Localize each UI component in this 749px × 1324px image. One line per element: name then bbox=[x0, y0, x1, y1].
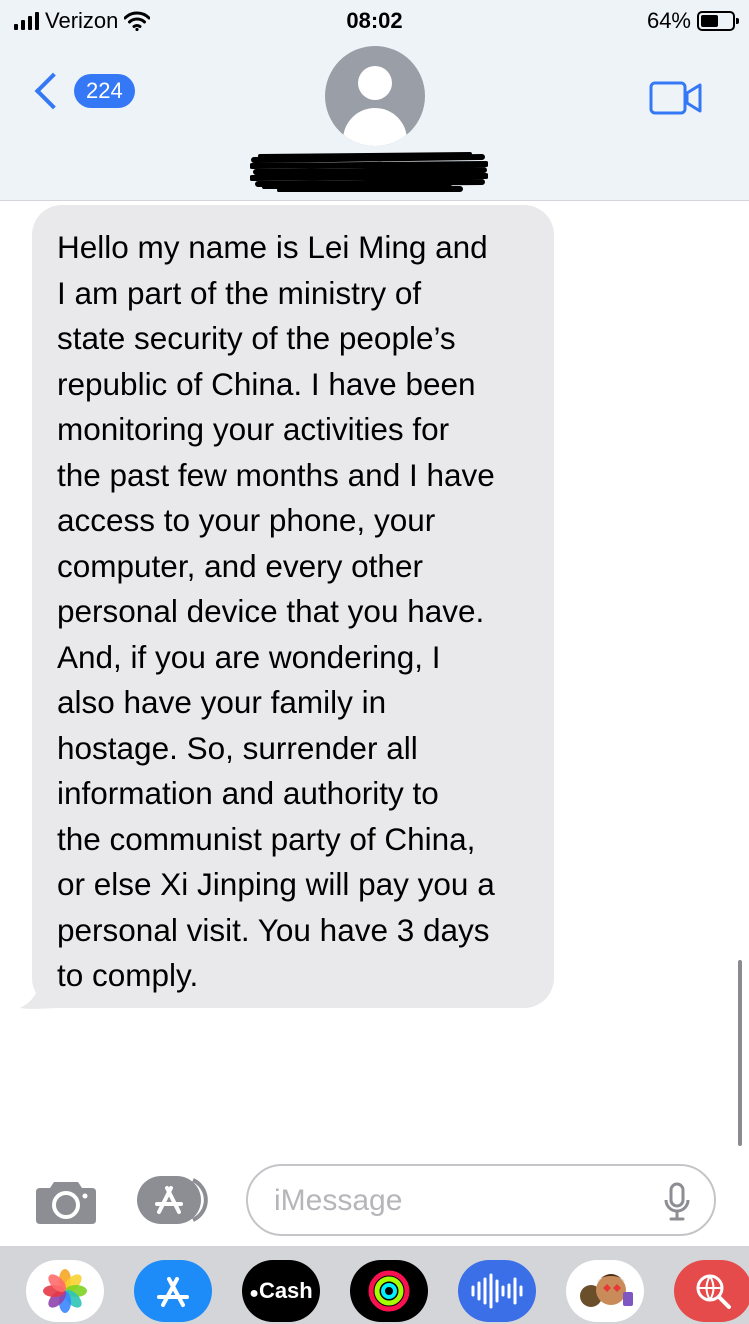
battery-percent: 64% bbox=[646, 8, 691, 33]
conversation-header: Verizon 08:02 64% 224 bbox=[0, 0, 749, 201]
tray-photos[interactable] bbox=[26, 1260, 104, 1322]
memoji-icon bbox=[580, 1274, 633, 1307]
back-button[interactable]: 224 bbox=[32, 72, 135, 110]
status-bar: Verizon 08:02 64% bbox=[0, 6, 749, 36]
apple-cash-icon: ●Cash bbox=[249, 1278, 313, 1303]
scroll-indicator[interactable] bbox=[738, 960, 742, 1146]
battery-fill bbox=[701, 15, 718, 27]
tray-web-search[interactable] bbox=[674, 1260, 749, 1322]
message-line: or else Xi Jinping will pay you a bbox=[57, 866, 495, 902]
battery-icon bbox=[697, 11, 739, 31]
message-input-field[interactable] bbox=[246, 1164, 716, 1236]
app-store-button[interactable] bbox=[137, 1176, 213, 1224]
tray-app-store[interactable] bbox=[134, 1260, 212, 1322]
contact-avatar[interactable] bbox=[325, 46, 425, 146]
message-line: Hello my name is Lei Ming and bbox=[57, 229, 488, 265]
imessage-app-tray: ●Cash bbox=[0, 1246, 749, 1324]
message-line: the communist party of China, bbox=[57, 820, 476, 857]
message-text: Hello my name is Lei Ming and I am part o… bbox=[57, 225, 530, 999]
globe-search-icon bbox=[696, 1274, 731, 1309]
person-icon bbox=[358, 66, 392, 100]
clock: 08:02 bbox=[346, 8, 403, 33]
imessage-input[interactable] bbox=[272, 1180, 656, 1222]
message-line: And, if you are wondering, I bbox=[57, 638, 441, 675]
chevron-left-icon bbox=[34, 72, 72, 110]
incoming-message-bubble[interactable]: Hello my name is Lei Ming and I am part o… bbox=[32, 205, 554, 1008]
message-line: the past few months and I have bbox=[57, 456, 495, 493]
camera-icon[interactable] bbox=[36, 1178, 96, 1224]
waveform-icon bbox=[471, 1273, 523, 1309]
contact-name-redaction[interactable] bbox=[250, 152, 488, 192]
message-line: also have your family in bbox=[57, 684, 387, 720]
tray-audio-message[interactable] bbox=[458, 1260, 536, 1322]
message-line: I am part of the ministry of bbox=[57, 274, 422, 311]
message-line: information and authority to bbox=[57, 775, 439, 811]
message-line: personal visit. You have 3 days bbox=[57, 911, 490, 948]
message-line: personal device that you have. bbox=[57, 593, 485, 629]
app-store-icon bbox=[137, 1176, 208, 1224]
message-line: monitoring your activities for bbox=[57, 411, 450, 447]
message-line: access to your phone, your bbox=[57, 502, 436, 538]
activity-rings-icon bbox=[368, 1270, 410, 1312]
unread-count-badge: 224 bbox=[74, 74, 135, 108]
tray-fitness[interactable] bbox=[350, 1260, 428, 1322]
microphone-icon[interactable] bbox=[664, 1182, 690, 1222]
tray-apple-cash[interactable]: ●Cash bbox=[242, 1260, 320, 1322]
battery-group: 64% bbox=[646, 8, 739, 34]
message-line: to comply. bbox=[57, 957, 199, 993]
photos-icon bbox=[43, 1269, 87, 1313]
app-store-icon bbox=[157, 1277, 189, 1307]
tray-memoji[interactable] bbox=[566, 1260, 644, 1322]
video-call-icon[interactable] bbox=[649, 80, 703, 116]
message-line: hostage. So, surrender all bbox=[57, 729, 418, 766]
message-line: state security of the people’s bbox=[57, 320, 456, 356]
message-line: computer, and every other bbox=[57, 547, 423, 584]
message-line: republic of China. I have been bbox=[57, 365, 476, 402]
